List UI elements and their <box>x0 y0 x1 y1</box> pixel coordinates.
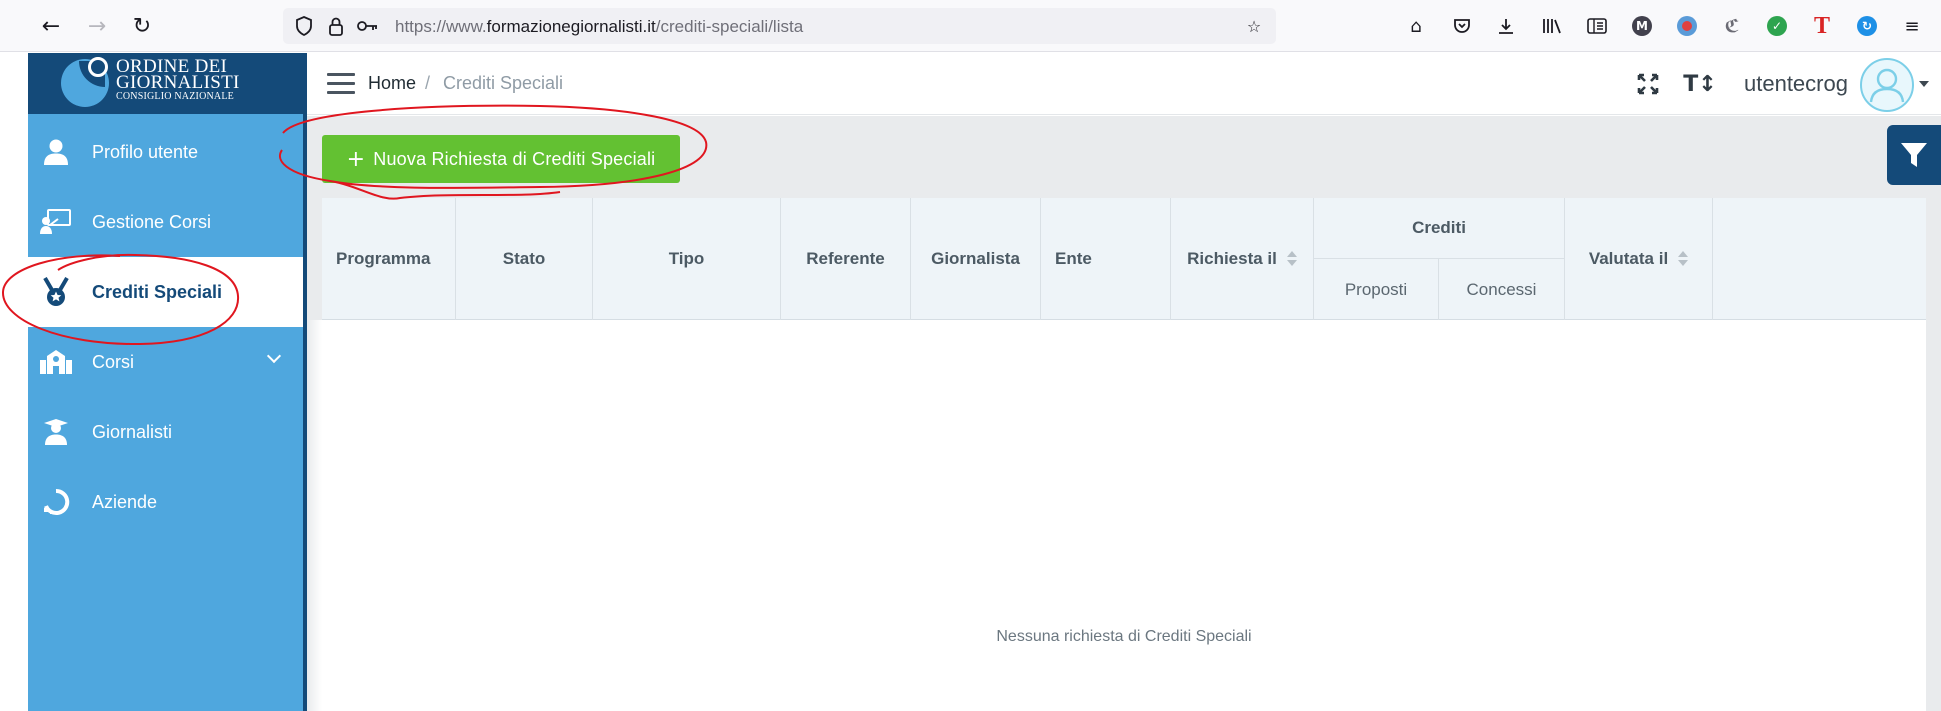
sidebar-item-label: Gestione Corsi <box>92 211 212 232</box>
extension-m-icon[interactable]: M <box>1632 16 1652 36</box>
column-header-valutata-il[interactable]: Valutata il <box>1565 198 1713 320</box>
column-header-ente[interactable]: Ente <box>1041 198 1171 320</box>
sidebar-item-label: Giornalisti <box>92 421 173 442</box>
avatar[interactable] <box>1860 58 1914 112</box>
table-header: Programma Stato Tipo Referente Giornalis… <box>322 198 1926 320</box>
brand-line3: CONSIGLIO NAZIONALE <box>116 91 234 102</box>
url-bar[interactable]: https://www.formazionegiornalisti.it/cre… <box>283 8 1276 44</box>
reader-view-icon[interactable] <box>1585 14 1609 38</box>
column-header-programma[interactable]: Programma <box>322 198 456 320</box>
new-request-button[interactable]: + Nuova Richiesta di Crediti Speciali <box>322 135 680 183</box>
top-header: Home / Crediti Speciali T↕ utentecrog <box>307 53 1941 115</box>
sort-icon[interactable] <box>1286 251 1297 267</box>
presentation-icon <box>40 206 72 238</box>
extension-t-icon[interactable]: T <box>1810 13 1834 39</box>
chevron-down-icon[interactable] <box>266 348 282 364</box>
sidebar-item-profilo-utente[interactable]: Profilo utente <box>28 117 303 187</box>
breadcrumb-home[interactable]: Home <box>368 73 416 94</box>
brand-line2: GIORNALISTI <box>116 72 240 93</box>
column-header-giornalista[interactable]: Giornalista <box>911 198 1041 320</box>
extension-sync-icon[interactable]: ↻ <box>1857 16 1877 36</box>
browser-toolbar: ← → ↻ https://www.formazionegiornalisti.… <box>0 0 1941 52</box>
filter-button[interactable] <box>1887 125 1941 185</box>
fullscreen-icon[interactable] <box>1633 69 1663 99</box>
column-header-stato[interactable]: Stato <box>456 198 593 320</box>
extension-c-icon[interactable]: ℭ <box>1720 14 1744 38</box>
sidebar-item-giornalisti[interactable]: Giornalisti <box>28 397 303 467</box>
brand-text: ORDINE DEI GIORNALISTI CONSIGLIO NAZIONA… <box>116 57 240 102</box>
column-header-crediti: Crediti <box>1314 198 1565 259</box>
home-icon[interactable]: ⌂ <box>1404 14 1428 38</box>
extension-bug-icon[interactable] <box>1677 16 1697 36</box>
sidebar-item-aziende[interactable]: Aziende <box>28 467 303 537</box>
breadcrumb-separator: / <box>425 73 431 93</box>
sidebar-item-crediti-speciali[interactable]: Crediti Speciali <box>28 257 303 327</box>
column-header-concessi[interactable]: Concessi <box>1439 259 1565 320</box>
logo-ring-icon <box>88 57 108 77</box>
shield-icon[interactable] <box>293 15 315 37</box>
column-header-proposti[interactable]: Proposti <box>1314 259 1439 320</box>
graduate-icon <box>40 416 72 448</box>
requests-table: Programma Stato Tipo Referente Giornalis… <box>322 198 1926 711</box>
plus-icon: + <box>346 146 366 172</box>
sidebar-item-corsi[interactable]: Corsi <box>28 327 303 397</box>
reload-icon[interactable]: ↻ <box>129 13 155 39</box>
sort-icon[interactable] <box>1678 251 1689 267</box>
url-text[interactable]: https://www.formazionegiornalisti.it/cre… <box>395 17 803 37</box>
user-icon <box>40 136 72 168</box>
sidebar-item-label: Corsi <box>92 351 135 372</box>
download-icon[interactable] <box>1494 14 1518 38</box>
pocket-icon[interactable] <box>1450 14 1474 38</box>
medal-icon <box>40 276 72 308</box>
page-margin <box>0 53 28 711</box>
caret-down-icon[interactable] <box>1919 81 1929 87</box>
back-arrow-icon[interactable]: ← <box>38 13 64 39</box>
brand-logo[interactable]: ORDINE DEI GIORNALISTI CONSIGLIO NAZIONA… <box>28 53 307 114</box>
table-shadow <box>307 320 322 711</box>
school-icon <box>40 346 72 378</box>
column-header-richiesta-il[interactable]: Richiesta il <box>1171 198 1314 320</box>
sidebar-item-gestione-corsi[interactable]: Gestione Corsi <box>28 187 303 257</box>
menu-toggle-icon[interactable] <box>327 73 355 95</box>
text-size-icon[interactable]: T↕ <box>1683 69 1716 99</box>
sidebar-item-label: Profilo utente <box>92 141 199 162</box>
menu-icon[interactable]: ≡ <box>1900 14 1924 38</box>
bookmark-star-icon[interactable]: ☆ <box>1243 15 1265 37</box>
forward-arrow-icon[interactable]: → <box>84 13 110 39</box>
username[interactable]: utentecrog <box>1744 71 1848 97</box>
lock-icon[interactable] <box>325 15 347 37</box>
column-header-referente[interactable]: Referente <box>781 198 911 320</box>
extension-check-icon[interactable]: ✓ <box>1767 16 1787 36</box>
empty-table-message: Nessuna richiesta di Crediti Speciali <box>996 628 1252 645</box>
new-request-label: Nuova Richiesta di Crediti Speciali <box>373 148 656 169</box>
column-header-tipo[interactable]: Tipo <box>593 198 781 320</box>
filter-icon <box>1901 143 1927 167</box>
library-icon[interactable] <box>1540 14 1564 38</box>
sidebar-item-label: Aziende <box>92 491 158 512</box>
breadcrumb-current: Crediti Speciali <box>443 73 564 93</box>
company-icon <box>40 486 72 518</box>
sidebar-item-label: Crediti Speciali <box>92 281 223 302</box>
key-icon[interactable] <box>357 15 379 37</box>
